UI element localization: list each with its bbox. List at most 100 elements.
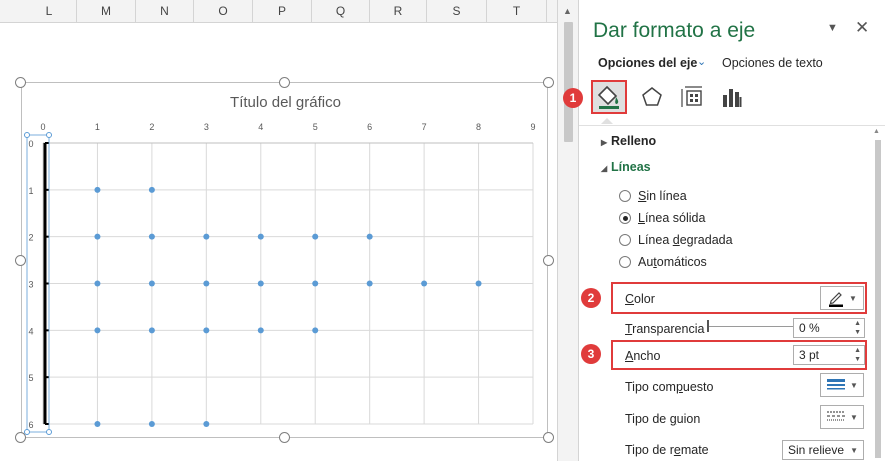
- sheet-scrollbar[interactable]: ▲: [557, 0, 579, 461]
- radio-linea-solida[interactable]: Línea sólida: [619, 211, 705, 225]
- spin-arrows-icon[interactable]: ▲ ▼: [854, 319, 861, 337]
- column-header-q[interactable]: Q: [312, 0, 370, 22]
- data-point: [148, 233, 155, 240]
- y-tick-label: 3: [28, 280, 33, 290]
- radio-automaticos[interactable]: Automáticos: [619, 255, 707, 269]
- column-header-o[interactable]: O: [194, 0, 253, 22]
- column-header-m[interactable]: M: [77, 0, 136, 22]
- column-header-l[interactable]: L: [22, 0, 77, 22]
- scroll-up-icon[interactable]: ▲: [563, 6, 572, 16]
- effects-icon[interactable]: [635, 80, 669, 114]
- section-relleno-label: Relleno: [611, 134, 657, 148]
- data-point: [366, 280, 373, 287]
- tipo-remate-label: Tipo de remate: [625, 443, 709, 457]
- tab-axis-options[interactable]: Opciones del eje: [598, 56, 697, 70]
- scroll-thumb[interactable]: [564, 22, 573, 142]
- data-point: [312, 280, 319, 287]
- width-value[interactable]: 3 pt: [799, 348, 819, 362]
- radio-button[interactable]: [619, 190, 631, 202]
- cap-type-value: Sin relieve: [788, 443, 845, 457]
- radio-linea-degradada[interactable]: Línea degradada: [619, 233, 733, 247]
- radio-label: Sin línea: [638, 189, 687, 203]
- resize-handle-right[interactable]: [543, 255, 554, 266]
- resize-handle-top[interactable]: [279, 77, 290, 88]
- data-point: [94, 327, 101, 334]
- chevron-down-icon: ▼: [850, 446, 858, 455]
- chevron-down-icon: ▼: [850, 380, 858, 390]
- column-header-t[interactable]: T: [487, 0, 547, 22]
- data-point: [148, 327, 155, 334]
- radio-label: Línea sólida: [638, 211, 706, 225]
- x-tick-label: 4: [258, 122, 263, 132]
- radio-label: Automáticos: [638, 255, 707, 269]
- ancho-label: Ancho: [625, 349, 661, 363]
- data-point: [257, 280, 264, 287]
- chevron-down-icon[interactable]: ▼: [827, 22, 838, 34]
- spreadsheet-area[interactable]: L M N O P Q R S T Título del gráfico 012…: [0, 0, 557, 461]
- transparency-value[interactable]: 0 %: [799, 321, 820, 335]
- y-axis-selection-handle: [46, 132, 52, 138]
- pane-scrollbar[interactable]: ▲: [873, 128, 883, 461]
- section-relleno[interactable]: ▶ Relleno: [601, 134, 656, 148]
- radio-button-selected[interactable]: [619, 212, 631, 224]
- outline-color-button[interactable]: ▼: [820, 286, 864, 310]
- column-header-n[interactable]: N: [136, 0, 194, 22]
- data-point: [257, 233, 264, 240]
- color-label: Color: [625, 292, 655, 306]
- transparency-spinner[interactable]: 0 % ▲ ▼: [793, 318, 865, 338]
- data-point: [203, 327, 210, 334]
- spin-arrows-icon[interactable]: ▲ ▼: [854, 346, 861, 364]
- chart-area[interactable]: Título del gráfico 01234567890123456: [21, 82, 548, 438]
- data-point: [203, 421, 210, 427]
- data-point: [366, 233, 373, 240]
- pane-scroll-thumb[interactable]: [875, 140, 881, 458]
- active-tab-indicator: [601, 118, 613, 124]
- y-axis-selection-handle: [46, 429, 52, 435]
- column-header-p[interactable]: P: [253, 0, 312, 22]
- close-icon[interactable]: ✕: [855, 18, 869, 38]
- radio-button[interactable]: [619, 256, 631, 268]
- data-point: [203, 233, 210, 240]
- step-badge-1: 1: [563, 88, 583, 108]
- x-tick-label: 1: [95, 122, 100, 132]
- dash-type-button[interactable]: ▼: [820, 405, 864, 429]
- data-point: [148, 280, 155, 287]
- scroll-up-icon[interactable]: ▲: [873, 128, 880, 135]
- transparency-slider-thumb[interactable]: [707, 320, 709, 332]
- collapse-arrow-icon: ◢: [601, 164, 608, 173]
- width-spinner[interactable]: 3 pt ▲ ▼: [793, 345, 865, 365]
- y-tick-label: 6: [28, 420, 33, 430]
- radio-button[interactable]: [619, 234, 631, 246]
- fill-line-icon[interactable]: [591, 80, 627, 114]
- y-tick-label: 4: [28, 326, 33, 336]
- column-header-s[interactable]: S: [427, 0, 487, 22]
- data-point: [475, 280, 482, 287]
- tab-text-options[interactable]: Opciones de texto: [722, 56, 823, 70]
- size-properties-icon[interactable]: [675, 80, 709, 114]
- resize-handle-bottom[interactable]: [279, 432, 290, 443]
- resize-handle-bottom-left[interactable]: [15, 432, 26, 443]
- y-tick-label: 2: [28, 233, 33, 243]
- column-header-r[interactable]: R: [370, 0, 427, 22]
- resize-handle-left[interactable]: [15, 255, 26, 266]
- data-point: [148, 421, 155, 427]
- resize-handle-top-right[interactable]: [543, 77, 554, 88]
- chevron-down-icon[interactable]: ⌄: [697, 55, 706, 68]
- compound-lines-icon: [827, 379, 846, 390]
- resize-handle-top-left[interactable]: [15, 77, 26, 88]
- format-axis-pane: Dar formato a eje ▼ ✕ Opciones del eje ⌄…: [563, 0, 885, 461]
- scatter-plot[interactable]: 0 1 2 3 4 5 6 7 8 9 0 1 2 3 4 5 6: [22, 83, 549, 439]
- section-lineas[interactable]: ◢ Líneas: [601, 160, 651, 174]
- compound-type-button[interactable]: ▼: [820, 373, 864, 397]
- radio-sin-linea[interactable]: Sin línea: [619, 189, 687, 203]
- cap-type-select[interactable]: Sin relieve ▼: [782, 440, 864, 460]
- radio-label: Línea degradada: [638, 233, 733, 247]
- dash-lines-icon: [827, 411, 846, 421]
- axis-options-icon[interactable]: [715, 80, 749, 114]
- chevron-down-icon: ▼: [849, 293, 857, 303]
- data-point: [312, 233, 319, 240]
- pen-color-icon: [829, 292, 844, 307]
- resize-handle-bottom-right[interactable]: [543, 432, 554, 443]
- column-header-bar: L M N O P Q R S T: [0, 0, 557, 23]
- data-point: [94, 421, 101, 427]
